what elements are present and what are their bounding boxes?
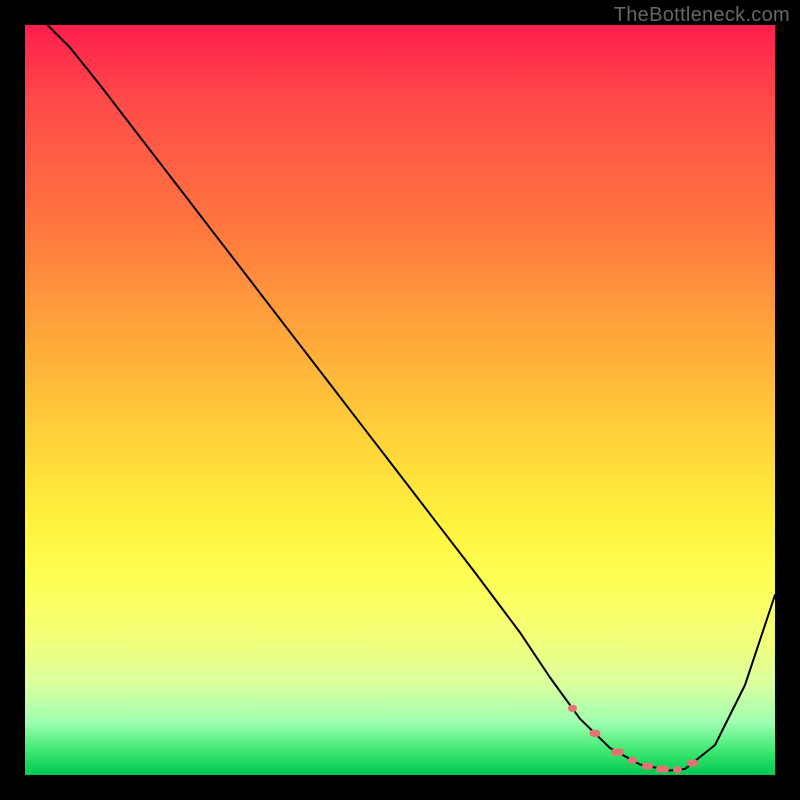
optimal-marker [673, 766, 682, 773]
bottleneck-curve-line [48, 25, 776, 771]
optimal-marker [628, 757, 637, 764]
optimal-range-markers [568, 705, 698, 773]
plot-frame [25, 25, 775, 775]
optimal-marker [590, 730, 601, 737]
optimal-marker [687, 760, 698, 767]
optimal-marker [568, 705, 577, 712]
optimal-marker [642, 763, 653, 770]
bottleneck-curve-chart [25, 25, 775, 775]
optimal-marker [656, 766, 669, 773]
optimal-marker [611, 749, 624, 756]
watermark-text: TheBottleneck.com [614, 4, 790, 27]
